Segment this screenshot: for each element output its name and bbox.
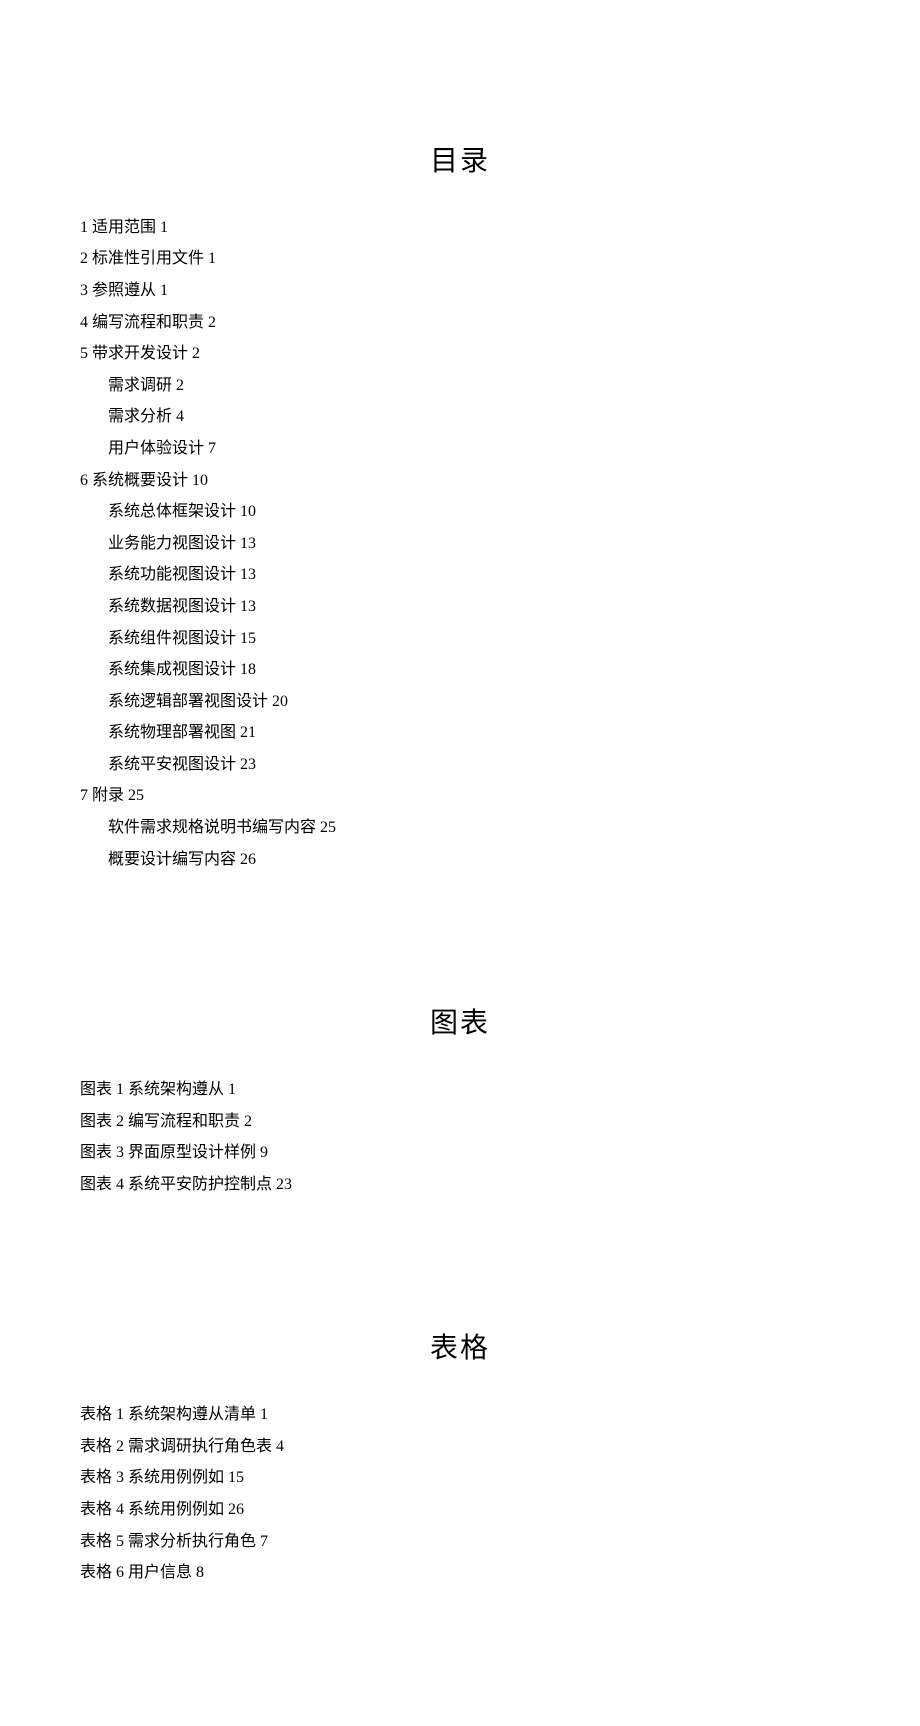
table-entry: 表格 2 需求调研执行角色表 4 [80,1434,840,1460]
tables-heading: 表格 [80,1327,840,1372]
document-page: 目录 1 适用范围 1 2 标准性引用文件 1 3 参照遵从 1 4 编写流程和… [0,0,920,1726]
table-entry: 表格 5 需求分析执行角色 7 [80,1529,840,1555]
toc-subentry: 需求调研 2 [108,373,840,399]
table-entry: 表格 3 系统用例例如 15 [80,1465,840,1491]
figures-heading: 图表 [80,1002,840,1047]
toc-subentry: 系统数据视图设计 13 [108,594,840,620]
toc-subentry: 系统物理部署视图 21 [108,720,840,746]
table-entry: 表格 6 用户信息 8 [80,1560,840,1586]
toc-subentry: 业务能力视图设计 13 [108,531,840,557]
figure-entry: 图表 2 编写流程和职责 2 [80,1109,840,1135]
toc-entry: 7 附录 25 [80,783,840,809]
toc-subentry: 系统功能视图设计 13 [108,562,840,588]
toc-subentry: 概要设计编写内容 26 [108,847,840,873]
figure-entry: 图表 3 界面原型设计样例 9 [80,1140,840,1166]
table-entry: 表格 1 系统架构遵从清单 1 [80,1402,840,1428]
toc-subentry: 系统逻辑部署视图设计 20 [108,689,840,715]
toc-subentry: 系统组件视图设计 15 [108,626,840,652]
toc-entry: 2 标准性引用文件 1 [80,246,840,272]
toc-entry: 3 参照遵从 1 [80,278,840,304]
toc-entry: 5 带求开发设计 2 [80,341,840,367]
toc-subentry: 用户体验设计 7 [108,436,840,462]
tables-list: 表格 1 系统架构遵从清单 1 表格 2 需求调研执行角色表 4 表格 3 系统… [80,1402,840,1586]
toc-subentry: 系统总体框架设计 10 [108,499,840,525]
figure-entry: 图表 4 系统平安防护控制点 23 [80,1172,840,1198]
toc-list: 1 适用范围 1 2 标准性引用文件 1 3 参照遵从 1 4 编写流程和职责 … [80,215,840,872]
toc-subentry: 需求分析 4 [108,404,840,430]
toc-subentry: 系统集成视图设计 18 [108,657,840,683]
figure-entry: 图表 1 系统架构遵从 1 [80,1077,840,1103]
toc-entry: 4 编写流程和职责 2 [80,310,840,336]
table-entry: 表格 4 系统用例例如 26 [80,1497,840,1523]
toc-entry: 6 系统概要设计 10 [80,468,840,494]
toc-heading: 目录 [80,140,840,185]
toc-subentry: 软件需求规格说明书编写内容 25 [108,815,840,841]
spacer [80,932,840,1002]
figures-list: 图表 1 系统架构遵从 1 图表 2 编写流程和职责 2 图表 3 界面原型设计… [80,1077,840,1197]
spacer [80,1257,840,1327]
toc-subentry: 系统平安视图设计 23 [108,752,840,778]
toc-entry: 1 适用范围 1 [80,215,840,241]
